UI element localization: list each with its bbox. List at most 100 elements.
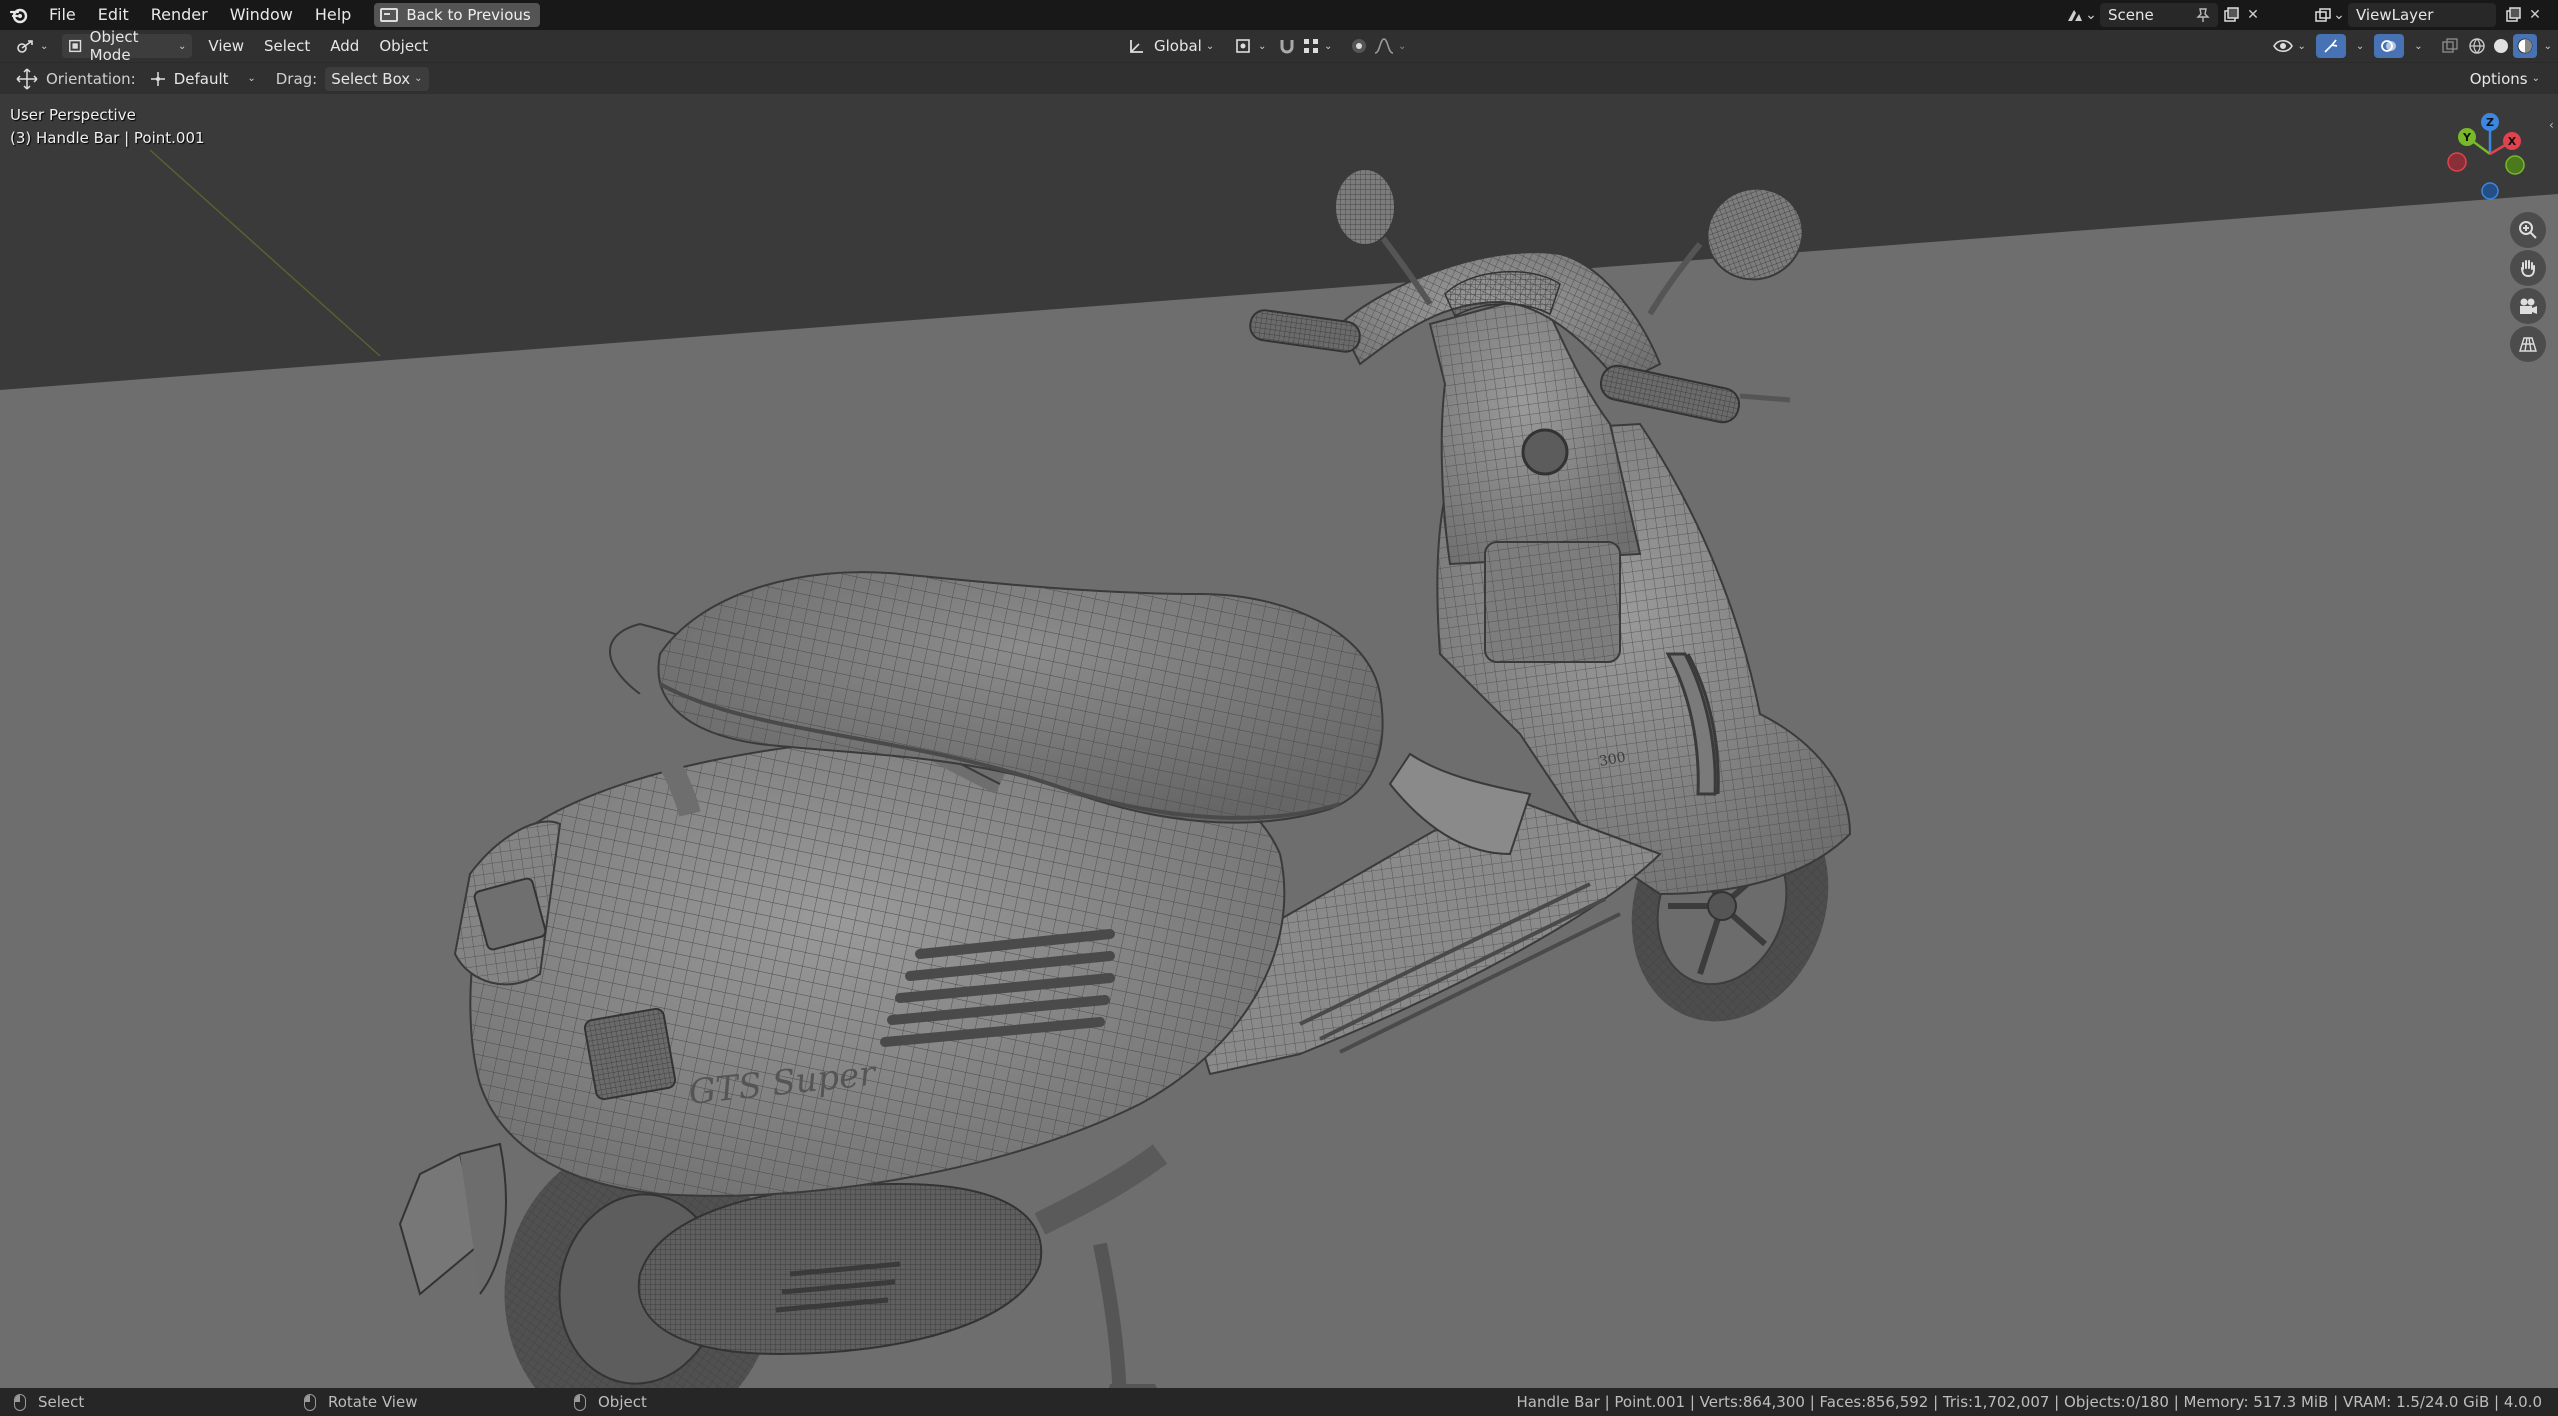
xray-icon	[2441, 38, 2458, 53]
wireframe-shading-icon	[2468, 38, 2485, 54]
scene-statistics: Handle Bar | Point.001 | Verts:864,300 |…	[1516, 1393, 2542, 1411]
gizmo-toggle[interactable]	[2315, 34, 2346, 58]
pan-view-button[interactable]	[2510, 250, 2546, 286]
zoom-view-button[interactable]	[2510, 212, 2546, 248]
object-mode-dropdown[interactable]: Object Mode ⌄	[62, 28, 193, 64]
new-view-layer-icon[interactable]	[2502, 4, 2524, 26]
left-mouse-icon	[14, 1393, 26, 1411]
shading-wireframe-button[interactable]	[2465, 34, 2489, 58]
header-menu-add[interactable]: Add	[320, 37, 369, 55]
gizmo-icon	[2324, 39, 2338, 53]
visibility-dropdown[interactable]: ⌄	[2267, 34, 2311, 58]
falloff-curve-icon	[1374, 38, 1394, 54]
delete-view-layer-icon[interactable]: ✕	[2524, 4, 2546, 26]
shading-dropdown[interactable]: ⌄	[2537, 34, 2558, 58]
menu-edit[interactable]: Edit	[87, 0, 140, 30]
menu-file[interactable]: File	[38, 0, 87, 30]
status-hint-object-label: Object	[598, 1393, 647, 1411]
material-shading-icon	[2517, 38, 2533, 54]
orientation-icon	[150, 71, 165, 86]
gizmo-neg-y-axis[interactable]	[2505, 155, 2525, 175]
gizmo-x-label: X	[2508, 135, 2517, 148]
xray-toggle[interactable]	[2435, 34, 2465, 58]
view-layer-icon[interactable]	[2312, 4, 2334, 26]
proportional-editing-icon	[1352, 39, 1366, 53]
viewport-display-controls: ⌄ ⌄ ⌄ ⌄	[2267, 34, 2558, 58]
transform-orientation-label: Global	[1154, 37, 1202, 55]
gizmo-z-label: Z	[2486, 116, 2494, 129]
options-dropdown[interactable]: Options ⌄	[2464, 67, 2546, 91]
pivot-point-icon	[1236, 39, 1250, 53]
object-mode-icon	[69, 39, 82, 53]
view-layer-dropdown-icon[interactable]: ⌄	[2333, 4, 2345, 26]
scene-dropdown-icon[interactable]: ⌄	[2085, 4, 2097, 26]
orientation-label: Orientation:	[46, 69, 136, 88]
object-mode-label: Object Mode	[89, 28, 139, 64]
camera-view-button[interactable]	[2510, 288, 2546, 324]
overlays-icon	[2381, 40, 2397, 52]
editor-type-icon	[17, 40, 33, 53]
hand-icon	[2521, 260, 2535, 278]
snap-increment-icon	[1304, 39, 1318, 53]
tool-settings-bar: Orientation: Default ⌄ Drag: Select Box …	[0, 62, 2558, 94]
gizmo-neg-z-axis[interactable]	[2481, 182, 2499, 200]
pin-icon[interactable]	[2192, 4, 2214, 26]
menu-window[interactable]: Window	[219, 0, 304, 30]
camera-icon	[2520, 298, 2537, 314]
header-menu-view[interactable]: View	[198, 37, 254, 55]
viewport-header: ⌄ Object Mode ⌄ View Select Add Object G…	[0, 28, 2558, 64]
snap-target-dropdown[interactable]: ⌄	[1296, 34, 1338, 58]
menu-render[interactable]: Render	[140, 0, 219, 30]
new-scene-icon[interactable]	[2220, 4, 2242, 26]
snap-magnet-icon	[1280, 40, 1294, 54]
view-layer-selector: ⌄ ViewLayer ✕	[2312, 3, 2546, 27]
gizmo-dropdown[interactable]: ⌄	[2346, 34, 2370, 58]
zoom-icon	[2519, 221, 2537, 239]
menu-help[interactable]: Help	[304, 0, 362, 30]
transform-orientation-dropdown[interactable]: Global ⌄	[1122, 34, 1220, 58]
right-mouse-icon	[574, 1393, 586, 1411]
scene-selector: ⌄ Scene ✕	[2064, 3, 2264, 27]
scene-name: Scene	[2108, 6, 2154, 24]
middle-mouse-icon	[304, 1393, 316, 1411]
drag-label: Drag:	[275, 69, 318, 88]
top-menu-bar: File Edit Render Window Help Back to Pre…	[0, 0, 2558, 30]
proportional-falloff-dropdown[interactable]: ⌄	[1368, 34, 1412, 58]
eye-icon	[2273, 39, 2294, 53]
solid-shading-icon	[2493, 39, 2508, 53]
move-tool-icon[interactable]	[14, 67, 40, 90]
view-perspective-label: User Perspective	[10, 106, 136, 124]
status-hint-rotate-label: Rotate View	[328, 1393, 418, 1411]
delete-scene-icon[interactable]: ✕	[2242, 4, 2264, 26]
pivot-point-dropdown[interactable]: ⌄	[1228, 34, 1272, 58]
orientation-value: Default	[173, 69, 229, 88]
viewport-scene[interactable]: 300 GTS Super	[0, 94, 2558, 1388]
header-menu-select[interactable]: Select	[254, 37, 320, 55]
sidebar-toggle-icon[interactable]: ‹	[2549, 118, 2554, 132]
editor-type-button[interactable]: ⌄	[10, 34, 54, 58]
back-to-previous-button[interactable]: Back to Previous	[374, 3, 540, 27]
status-hint-rotate: Rotate View	[290, 1393, 417, 1411]
3d-viewport[interactable]: 300 GTS Super User Perspective (3) Handl…	[0, 94, 2558, 1388]
overlays-dropdown[interactable]: ⌄	[2404, 34, 2428, 58]
blender-logo-icon[interactable]	[0, 0, 38, 30]
gizmo-neg-x-axis[interactable]	[2447, 152, 2467, 172]
ignition-lock	[1521, 428, 1569, 476]
toggle-ortho-button[interactable]	[2510, 326, 2546, 362]
view-layer-name-field[interactable]: ViewLayer	[2348, 3, 2496, 27]
status-hint-object: Object	[560, 1393, 647, 1411]
view-layer-name: ViewLayer	[2356, 6, 2434, 24]
shading-solid-button[interactable]	[2489, 34, 2513, 58]
overlays-toggle[interactable]	[2374, 34, 2405, 58]
scene-icon[interactable]	[2064, 4, 2086, 26]
orientation-dropdown[interactable]: Default ⌄	[144, 67, 262, 91]
drag-dropdown[interactable]: Select Box ⌄	[325, 66, 429, 91]
back-to-previous-label: Back to Previous	[406, 6, 531, 24]
active-object-label: (3) Handle Bar | Point.001	[10, 129, 205, 147]
navigation-gizmo[interactable]: Z Y X	[2440, 104, 2540, 204]
global-orientation-icon	[1130, 40, 1143, 53]
back-icon	[380, 8, 399, 22]
header-menu-object[interactable]: Object	[369, 37, 438, 55]
gizmo-y-label: Y	[2462, 131, 2472, 144]
shading-material-button[interactable]	[2512, 34, 2537, 58]
